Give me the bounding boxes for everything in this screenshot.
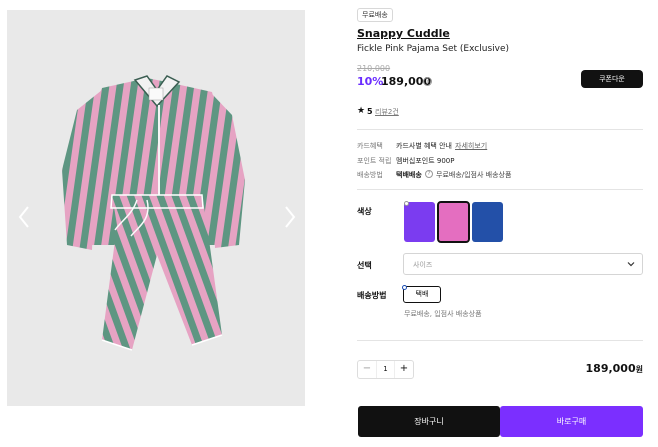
next-image-icon[interactable] (283, 205, 297, 229)
product-name: Fickle Pink Pajama Set (Exclusive) (357, 44, 510, 54)
price-info-icon[interactable]: ? (423, 77, 432, 86)
size-select-placeholder: 사이즈 (413, 261, 433, 269)
review-count-link[interactable]: 리뷰2건 (375, 107, 399, 117)
product-image-gallery[interactable] (7, 10, 305, 406)
prev-image-icon[interactable] (17, 205, 31, 229)
shipping-option-parcel[interactable]: 택배 (403, 286, 441, 303)
shipping-method-value: 택배배송 (396, 171, 422, 179)
shipping-info-icon[interactable]: ? (425, 170, 433, 178)
star-icon: ★ (357, 106, 366, 116)
quantity-increase-button[interactable]: + (395, 361, 413, 378)
rating-value: 5 (367, 107, 373, 116)
total-price-unit: 원 (635, 365, 643, 374)
shipping-method-desc: 무료배송/입점사 배송상품 (436, 171, 512, 179)
quantity-stepper: − 1 + (357, 360, 414, 379)
coupon-download-button[interactable]: 쿠폰다운 (581, 70, 643, 88)
size-option-label: 선택 (357, 261, 372, 270)
card-benefit-label: 카드혜택 (357, 142, 383, 150)
product-photo (62, 75, 245, 351)
divider (357, 129, 643, 130)
brand-link[interactable]: Snappy Cuddle (357, 27, 450, 40)
card-benefit-value: 카드사별 혜택 안내 (396, 142, 452, 150)
chevron-down-icon (627, 262, 635, 267)
point-value: 멤버십포인트 900P (396, 157, 455, 165)
divider (357, 189, 643, 190)
discount-rate: 10% (357, 75, 384, 88)
size-select[interactable]: 사이즈 (403, 253, 643, 275)
shipping-option-indicator (402, 285, 407, 290)
free-shipping-badge: 무료배송 (357, 8, 393, 22)
swatch-indicator (404, 201, 409, 206)
shipping-method-label: 배송방법 (357, 171, 383, 179)
add-to-cart-button[interactable]: 장바구니 (358, 406, 500, 437)
shipping-option-desc: 무료배송, 입점사 배송상품 (404, 310, 482, 318)
quantity-decrease-button[interactable]: − (358, 361, 376, 378)
color-option-label: 색상 (357, 207, 372, 216)
divider (357, 340, 643, 341)
color-swatch-purple[interactable] (404, 202, 435, 242)
color-swatch-blue[interactable] (472, 202, 503, 242)
color-swatch-pink[interactable] (437, 201, 470, 243)
total-price: 189,000원 (586, 362, 643, 375)
card-benefit-detail-link[interactable]: 자세히보기 (455, 141, 487, 151)
total-price-value: 189,000 (585, 362, 636, 375)
product-info-panel: 무료배송 Snappy Cuddle Fickle Pink Pajama Se… (357, 0, 643, 447)
original-price: 210,000 (357, 64, 391, 73)
point-label: 포인트 적립 (357, 157, 392, 165)
quantity-value[interactable]: 1 (376, 361, 395, 378)
buy-now-button[interactable]: 바로구매 (500, 406, 643, 437)
shipping-option-label: 배송방법 (357, 291, 387, 300)
